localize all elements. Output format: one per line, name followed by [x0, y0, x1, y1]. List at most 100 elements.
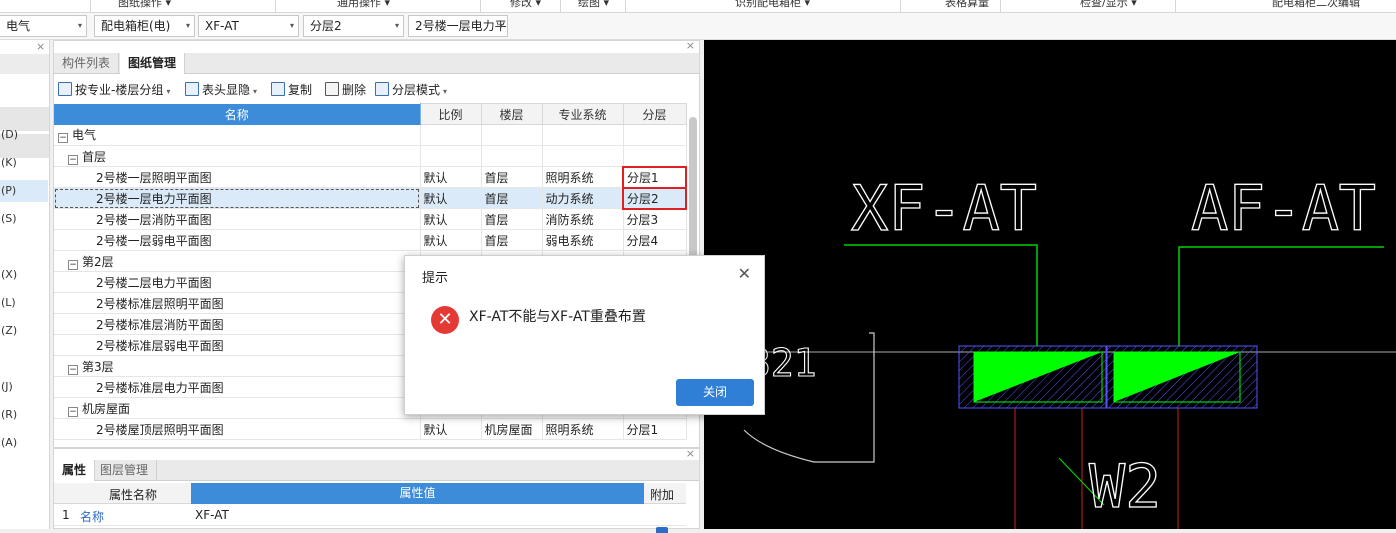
cell-name[interactable]: 2号楼一层电力平面图: [54, 187, 421, 209]
cell-system[interactable]: 弱电系统: [542, 229, 624, 251]
cell-layer[interactable]: [623, 145, 687, 167]
cell-name[interactable]: 2号楼标准层电力平面图: [54, 376, 421, 398]
cell-scale[interactable]: [420, 124, 482, 146]
prop-row[interactable]: 1 名称 XF-AT: [54, 505, 686, 533]
close-button[interactable]: 关闭: [676, 379, 754, 406]
cell-system[interactable]: [542, 145, 624, 167]
prop-value[interactable]: XF-AT: [195, 508, 229, 522]
cell-name[interactable]: 2号楼二层电力平面图: [54, 271, 421, 293]
tab-properties[interactable]: 属性: [54, 460, 96, 481]
cell-name[interactable]: 2号楼一层弱电平面图: [54, 229, 421, 251]
cell-scale[interactable]: 默认: [420, 187, 482, 209]
ribbon-group[interactable]: 修改 ▾: [510, 0, 541, 10]
cell-name[interactable]: − 第3层: [54, 355, 421, 377]
cell-layer[interactable]: 分层1: [623, 418, 687, 440]
cell-name[interactable]: 2号楼一层照明平面图: [54, 166, 421, 188]
cell-layer[interactable]: 分层1: [622, 165, 687, 189]
group-by-button[interactable]: 按专业-楼层分组 ▾: [58, 81, 170, 99]
close-icon[interactable]: ×: [686, 447, 695, 460]
left-nav-item[interactable]: (X): [0, 264, 48, 286]
tab-layer-management[interactable]: 图层管理: [92, 460, 158, 481]
cell-floor[interactable]: 首层: [481, 229, 543, 251]
cell-name[interactable]: 2号楼标准层消防平面图: [54, 313, 421, 335]
column-header-layer[interactable]: 分层: [622, 103, 687, 125]
column-header-name[interactable]: 名称: [54, 103, 421, 125]
cell-name[interactable]: 2号楼标准层照明平面图: [54, 292, 421, 314]
left-nav-item[interactable]: (R): [0, 404, 48, 426]
column-header-floor[interactable]: 楼层: [480, 103, 543, 125]
left-nav-item[interactable]: (L): [0, 292, 48, 314]
cell-floor[interactable]: 首层: [481, 187, 543, 209]
cell-scale[interactable]: 默认: [420, 418, 482, 440]
type-select[interactable]: 配电箱柜(电) ▾: [94, 15, 195, 37]
layer-select[interactable]: 分层2 ▾: [303, 15, 404, 37]
left-nav-item[interactable]: (D): [0, 124, 48, 146]
header-toggle-button[interactable]: 表头显隐 ▾: [185, 81, 257, 99]
ribbon-group[interactable]: 配电箱柜二次编辑: [1272, 0, 1360, 10]
tab-component-list[interactable]: 构件列表: [54, 53, 120, 74]
collapse-icon[interactable]: −: [68, 364, 78, 375]
cell-system[interactable]: 照明系统: [542, 166, 624, 188]
cell-layer[interactable]: 分层3: [623, 208, 687, 230]
cell-system[interactable]: 消防系统: [542, 208, 624, 230]
table-row[interactable]: 2号楼一层电力平面图 默认 首层 动力系统 分层2: [54, 186, 687, 210]
drawing-select[interactable]: 2号楼一层电力平 ▾: [408, 15, 508, 37]
table-row[interactable]: − 首层: [54, 145, 687, 167]
collapse-icon[interactable]: −: [68, 259, 78, 270]
left-nav-item[interactable]: (A): [0, 432, 48, 454]
ribbon-group[interactable]: 绘图 ▾: [578, 0, 609, 10]
cell-system[interactable]: 动力系统: [542, 187, 624, 209]
cell-name[interactable]: − 电气: [54, 124, 421, 146]
table-row[interactable]: 2号楼屋顶层照明平面图 默认 机房屋面 照明系统 分层1: [54, 418, 687, 440]
left-nav-item[interactable]: (P): [0, 180, 48, 202]
left-nav-item[interactable]: (J): [0, 376, 48, 398]
specialty-select[interactable]: 电气 ▾: [0, 15, 87, 37]
ribbon-group[interactable]: 图纸操作 ▾: [118, 0, 171, 10]
cell-floor[interactable]: 机房屋面: [481, 418, 543, 440]
cell-name[interactable]: 2号楼屋顶层照明平面图: [54, 418, 421, 440]
ribbon-group[interactable]: 识别配电箱柜 ▾: [735, 0, 810, 10]
close-icon[interactable]: ✕: [738, 264, 751, 283]
ribbon-group[interactable]: 通用操作 ▾: [337, 0, 390, 10]
close-icon[interactable]: ×: [686, 39, 695, 52]
layer-mode-button[interactable]: 分层模式 ▾: [375, 81, 447, 99]
cell-name[interactable]: 2号楼一层消防平面图: [54, 208, 421, 230]
component-select[interactable]: XF-AT ▾: [198, 15, 299, 37]
collapse-icon[interactable]: −: [68, 406, 78, 417]
cell-scale[interactable]: [420, 145, 482, 167]
collapse-icon[interactable]: −: [58, 133, 68, 144]
delete-button[interactable]: 删除: [325, 81, 366, 99]
cell-name[interactable]: − 机房屋面: [54, 397, 421, 419]
cell-layer[interactable]: 分层2: [622, 186, 687, 210]
collapse-icon[interactable]: −: [68, 154, 78, 165]
cell-system[interactable]: 照明系统: [542, 418, 624, 440]
cell-layer[interactable]: [623, 124, 687, 146]
cell-scale[interactable]: 默认: [420, 208, 482, 230]
cell-scale[interactable]: 默认: [420, 166, 482, 188]
copy-button[interactable]: 复制: [271, 81, 312, 99]
ribbon-group[interactable]: 检查/显示 ▾: [1080, 0, 1137, 10]
tab-drawing-management[interactable]: 图纸管理: [120, 53, 186, 74]
column-header-system[interactable]: 专业系统: [541, 103, 624, 125]
left-nav-item[interactable]: (S): [0, 208, 48, 230]
cell-name[interactable]: 2号楼标准层弱电平面图: [54, 334, 421, 356]
close-icon[interactable]: ×: [36, 40, 45, 53]
cell-system[interactable]: [542, 124, 624, 146]
cell-name[interactable]: − 首层: [54, 145, 421, 167]
table-row[interactable]: 2号楼一层弱电平面图 默认 首层 弱电系统 分层4: [54, 229, 687, 251]
left-nav-item[interactable]: (K): [0, 152, 48, 174]
cell-floor[interactable]: 首层: [481, 166, 543, 188]
cell-scale[interactable]: 默认: [420, 229, 482, 251]
cell-floor[interactable]: 首层: [481, 208, 543, 230]
column-header-scale[interactable]: 比例: [419, 103, 482, 125]
table-row[interactable]: 2号楼一层消防平面图 默认 首层 消防系统 分层3: [54, 208, 687, 230]
ribbon-group[interactable]: 表格算量: [945, 0, 989, 10]
cell-floor[interactable]: [481, 124, 543, 146]
cell-name[interactable]: − 第2层: [54, 250, 421, 272]
cad-canvas[interactable]: XF-AT AF-AT W2 321: [704, 40, 1396, 529]
checkbox-icon[interactable]: [656, 527, 668, 533]
cell-layer[interactable]: 分层4: [623, 229, 687, 251]
cell-floor[interactable]: [481, 145, 543, 167]
table-row[interactable]: − 电气: [54, 124, 687, 146]
table-row[interactable]: 2号楼一层照明平面图 默认 首层 照明系统 分层1: [54, 165, 687, 189]
